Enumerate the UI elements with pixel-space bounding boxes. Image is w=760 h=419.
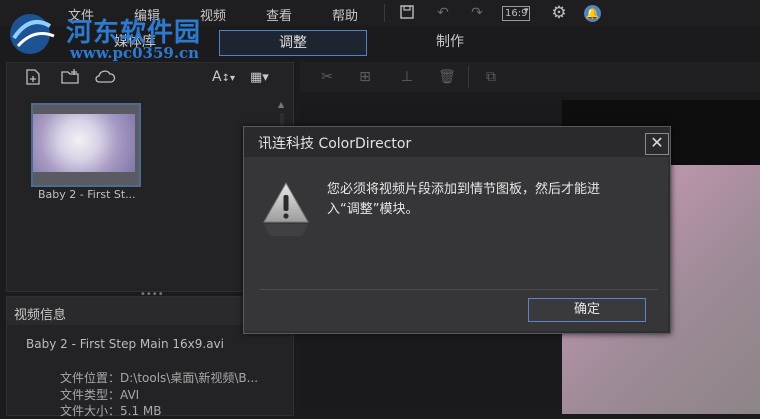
dialog-divider <box>260 289 658 290</box>
menu-divider <box>384 4 385 22</box>
import-folder-icon[interactable] <box>60 68 79 86</box>
info-file-name: Baby 2 - First Step Main 16x9.avi <box>26 337 224 351</box>
view-mode-icon[interactable]: ▦▾ <box>250 70 269 85</box>
copy-icon[interactable]: ⧉ <box>482 68 500 86</box>
info-title: 视频信息 <box>14 308 67 323</box>
warning-icon <box>262 180 310 236</box>
info-type: 文件类型：AVI <box>60 388 140 402</box>
text-sort-button[interactable]: A↕▾ <box>212 69 235 85</box>
watermark-url: www.pc0359.cn <box>70 44 200 62</box>
tab-produce[interactable]: 制作 <box>420 30 480 54</box>
thumbnail-image <box>33 114 135 172</box>
dialog-message: 您必须将视频片段添加到情节图板，然后才能进入“调整”模块。 <box>327 182 601 217</box>
scroll-up-icon[interactable]: ▲ <box>278 100 284 109</box>
undo-icon[interactable]: ↶ <box>434 4 452 22</box>
aspect-ratio-dropdown-icon[interactable]: ▾ <box>524 6 529 16</box>
save-icon[interactable] <box>398 4 416 22</box>
thumbnail-label: Baby 2 - First St... <box>38 188 136 201</box>
redo-icon[interactable]: ↷ <box>468 4 486 22</box>
dialog-close-button[interactable]: ✕ <box>645 133 669 155</box>
cloud-icon[interactable] <box>94 68 116 86</box>
text-sort-label: A <box>212 69 222 85</box>
import-media-icon[interactable] <box>24 68 42 86</box>
dialog-title: 讯连科技 ColorDirector <box>258 136 412 152</box>
menu-help[interactable]: 帮助 <box>332 5 358 24</box>
trim-icon[interactable]: ✂ <box>318 68 336 86</box>
settings-icon[interactable]: ⚙ <box>550 4 568 22</box>
split-icon[interactable]: ⊞ <box>356 68 374 86</box>
tab-adjust[interactable]: 调整 <box>219 30 367 56</box>
watermark-logo <box>4 8 62 58</box>
delete-icon[interactable]: 🗑 <box>438 68 456 86</box>
menu-view[interactable]: 查看 <box>266 5 292 24</box>
info-size: 文件大小：5.1 MB <box>60 404 162 418</box>
ok-button[interactable]: 确定 <box>528 298 646 322</box>
toolbar-divider <box>468 66 469 88</box>
notification-icon[interactable]: 🔔 <box>584 5 601 22</box>
info-location: 文件位置：D:\tools\桌面\新视频\B... <box>60 371 259 385</box>
menu-video[interactable]: 视频 <box>200 5 226 24</box>
insert-icon[interactable]: ⊥ <box>398 68 416 86</box>
